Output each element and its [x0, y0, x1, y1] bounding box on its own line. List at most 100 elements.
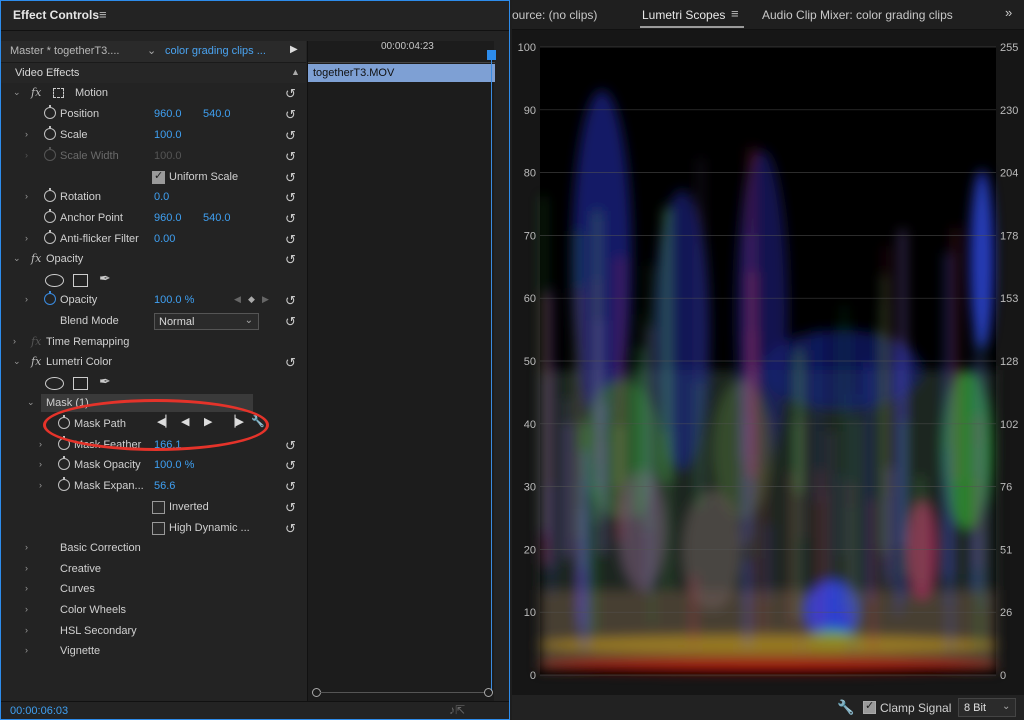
- param-value[interactable]: 56.6: [154, 480, 175, 492]
- twirl-right-icon[interactable]: ›: [25, 542, 28, 552]
- zoom-handle-right[interactable]: [484, 688, 493, 697]
- reset-icon[interactable]: ↺: [285, 128, 296, 144]
- twirl-right-icon[interactable]: ›: [39, 459, 42, 469]
- param-row-mask-opacity[interactable]: › Mask Opacity 100.0 % ↺: [1, 456, 306, 476]
- twirl-down-icon[interactable]: ⌄: [13, 253, 21, 264]
- reset-icon[interactable]: ↺: [285, 458, 296, 474]
- param-row-antiflicker[interactable]: › Anti-flicker Filter 0.00 ↺: [1, 230, 306, 250]
- panel-title[interactable]: Effect Controls: [13, 8, 99, 22]
- reset-icon[interactable]: ↺: [285, 86, 296, 102]
- effect-row-motion[interactable]: ⌄ fx Motion ↺: [1, 84, 306, 104]
- play-arrow-icon[interactable]: ▶: [290, 44, 298, 55]
- stopwatch-icon[interactable]: [44, 230, 56, 244]
- chevron-down-icon[interactable]: ⌄: [147, 44, 156, 57]
- param-row-anchor-point[interactable]: Anchor Point 960.0 540.0 ↺: [1, 209, 306, 229]
- tab-audio-clip-mixer[interactable]: Audio Clip Mixer: color grading clips: [762, 8, 953, 22]
- section-vignette[interactable]: › Vignette: [1, 642, 306, 662]
- twirl-right-icon[interactable]: ›: [25, 625, 28, 635]
- tab-source[interactable]: ource: (no clips): [512, 8, 597, 22]
- param-row-mask-expansion[interactable]: › Mask Expan... 56.6 ↺: [1, 477, 306, 497]
- stopwatch-icon[interactable]: [44, 209, 56, 223]
- ellipse-mask-icon[interactable]: [45, 377, 64, 390]
- rectangle-mask-icon[interactable]: [73, 377, 88, 390]
- ellipse-mask-icon[interactable]: [45, 274, 64, 287]
- param-row-rotation[interactable]: › Rotation 0.0 ↺: [1, 188, 306, 208]
- reset-icon[interactable]: ↺: [285, 355, 296, 371]
- effect-row-opacity[interactable]: ⌄ fx Opacity ↺: [1, 250, 306, 270]
- panel-menu-icon[interactable]: ≡: [99, 7, 107, 22]
- section-creative[interactable]: › Creative: [1, 560, 306, 580]
- reset-icon[interactable]: ↺: [285, 149, 296, 165]
- twirl-down-icon[interactable]: ⌄: [13, 356, 21, 367]
- param-value-x[interactable]: 960.0: [154, 212, 182, 224]
- param-row-scale[interactable]: › Scale 100.0 ↺: [1, 126, 306, 146]
- reset-icon[interactable]: ↺: [285, 232, 296, 248]
- stopwatch-icon[interactable]: [58, 477, 70, 491]
- param-value[interactable]: 0.00: [154, 233, 175, 245]
- effect-row-time-remapping[interactable]: › fx Time Remapping: [1, 333, 306, 353]
- reset-icon[interactable]: ↺: [285, 438, 296, 454]
- effect-row-lumetri-color[interactable]: ⌄ fx Lumetri Color ↺: [1, 353, 306, 373]
- param-value[interactable]: 0.0: [154, 191, 169, 203]
- sequence-clip-selector[interactable]: color grading clips ...: [165, 45, 266, 57]
- stopwatch-icon[interactable]: [44, 105, 56, 119]
- timeline-ruler[interactable]: [308, 55, 495, 63]
- reset-icon[interactable]: ↺: [285, 190, 296, 206]
- twirl-right-icon[interactable]: ›: [25, 294, 28, 304]
- param-value-x[interactable]: 960.0: [154, 108, 182, 120]
- twirl-right-icon[interactable]: ›: [25, 233, 28, 243]
- reset-icon[interactable]: ↺: [285, 107, 296, 123]
- twirl-right-icon[interactable]: ›: [39, 439, 42, 449]
- master-clip-label[interactable]: Master * togetherT3....: [10, 45, 119, 57]
- param-row-opacity[interactable]: › Opacity 100.0 % ◀ ◆ ▶ ↺: [1, 291, 306, 311]
- timeline-zoom-scrollbar[interactable]: [312, 688, 493, 698]
- reset-icon[interactable]: ↺: [285, 170, 296, 186]
- twirl-right-icon[interactable]: ›: [25, 191, 28, 201]
- param-value-y[interactable]: 540.0: [203, 212, 231, 224]
- param-value-y[interactable]: 540.0: [203, 108, 231, 120]
- twirl-down-icon[interactable]: ⌄: [27, 397, 35, 408]
- stopwatch-icon[interactable]: [44, 291, 56, 305]
- bit-depth-dropdown[interactable]: 8 Bit ⌄: [958, 698, 1016, 717]
- fx-icon[interactable]: fx: [31, 252, 41, 265]
- param-row-uniform-scale[interactable]: Uniform Scale ↺: [1, 168, 306, 188]
- fx-icon[interactable]: fx: [31, 355, 41, 368]
- playhead[interactable]: [491, 51, 492, 691]
- add-keyframe-icon[interactable]: ◆: [248, 294, 255, 305]
- reset-icon[interactable]: ↺: [285, 521, 296, 537]
- effect-timeline[interactable]: 00:00:04:23 togetherT3.MOV: [307, 41, 496, 701]
- panel-menu-icon[interactable]: ≡: [731, 6, 739, 21]
- reset-icon[interactable]: ↺: [285, 500, 296, 516]
- current-timecode[interactable]: 00:00:06:03: [10, 705, 68, 717]
- twirl-down-icon[interactable]: ⌄: [13, 87, 21, 98]
- scroll-up-icon[interactable]: ▲: [291, 67, 300, 77]
- reset-icon[interactable]: ↺: [285, 293, 296, 309]
- reset-icon[interactable]: ↺: [285, 211, 296, 227]
- twirl-right-icon[interactable]: ›: [25, 563, 28, 573]
- more-panels-icon[interactable]: »: [1005, 5, 1012, 20]
- stopwatch-icon[interactable]: [44, 126, 56, 140]
- param-row-inverted[interactable]: Inverted ↺: [1, 498, 306, 518]
- transform-icon[interactable]: [53, 88, 64, 98]
- param-value[interactable]: 100.0 %: [154, 459, 194, 471]
- twirl-right-icon[interactable]: ›: [39, 480, 42, 490]
- stopwatch-icon[interactable]: [44, 188, 56, 202]
- clamp-signal-checkbox[interactable]: [863, 699, 876, 714]
- uniform-scale-checkbox[interactable]: [152, 169, 165, 184]
- blend-mode-dropdown[interactable]: Normal ⌄: [154, 313, 259, 330]
- stopwatch-icon[interactable]: [58, 456, 70, 470]
- tab-lumetri-scopes[interactable]: Lumetri Scopes: [642, 8, 725, 22]
- pen-mask-icon[interactable]: ✒: [99, 373, 111, 390]
- playhead-handle[interactable]: [487, 50, 496, 60]
- section-hsl-secondary[interactable]: › HSL Secondary: [1, 622, 306, 642]
- timeline-clip[interactable]: togetherT3.MOV: [308, 64, 495, 82]
- twirl-right-icon[interactable]: ›: [25, 604, 28, 614]
- twirl-right-icon[interactable]: ›: [13, 336, 16, 346]
- prev-keyframe-icon[interactable]: ◀: [234, 294, 241, 305]
- twirl-right-icon[interactable]: ›: [25, 645, 28, 655]
- section-basic-correction[interactable]: › Basic Correction: [1, 539, 306, 559]
- reset-icon[interactable]: ↺: [285, 479, 296, 495]
- fx-icon[interactable]: fx: [31, 86, 41, 99]
- twirl-right-icon[interactable]: ›: [25, 129, 28, 139]
- hdr-checkbox[interactable]: [152, 522, 165, 535]
